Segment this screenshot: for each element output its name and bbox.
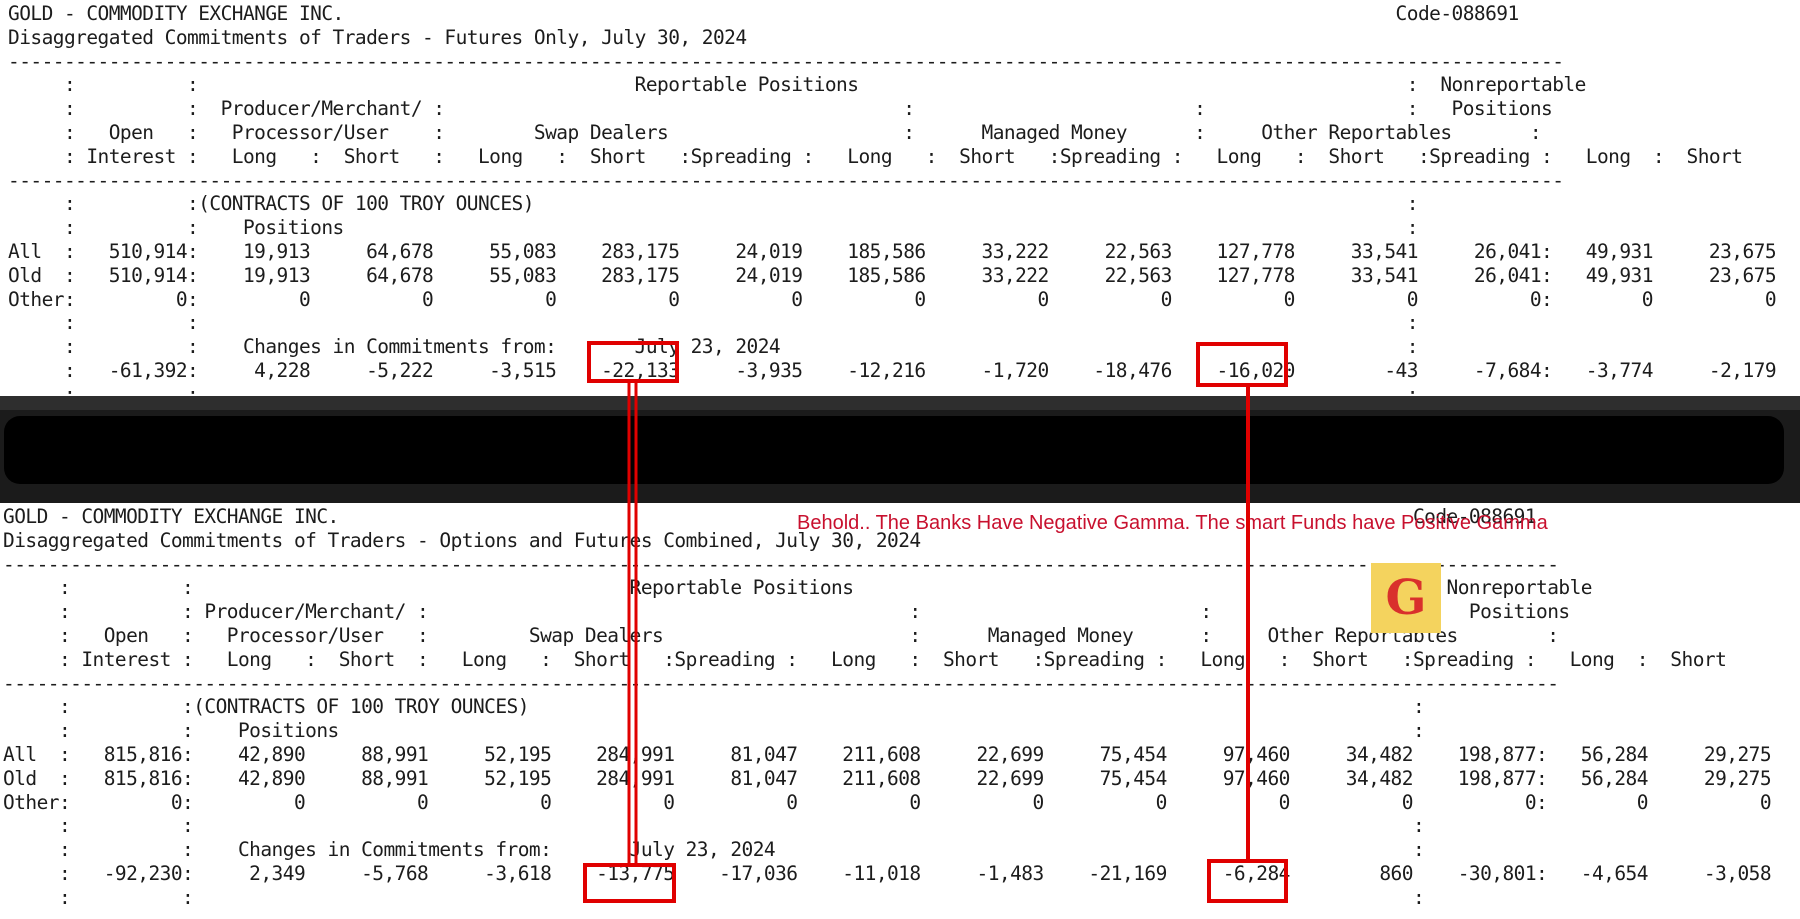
futures-only-line: ----------------------------------------… xyxy=(8,168,1564,192)
futures-only-line: ----------------------------------------… xyxy=(8,49,1564,73)
window-divider-edge xyxy=(0,396,1800,410)
options-futures-combined-report-panel: GOLD - COMMODITY EXCHANGE INC. Code-0886… xyxy=(0,503,1800,919)
combined-line: ----------------------------------------… xyxy=(3,671,1559,695)
combined-line: : : : xyxy=(3,885,1425,909)
futures-only-line: : : : xyxy=(8,382,1419,396)
combined-line: : Interest : Long : Short : Long : Short… xyxy=(3,647,1727,671)
futures-only-line: : : Producer/Merchant/ : : : : Positions xyxy=(8,97,1553,121)
futures-only-line: Other: 0: 0 0 0 0 0 0 0 0 0 0 0: 0 0 xyxy=(8,287,1777,311)
combined-line: : : : xyxy=(3,814,1425,838)
futures-only-line: : : Positions : xyxy=(8,216,1419,240)
futures-only-line: : : : xyxy=(8,311,1419,335)
combined-line: : -92,230: 2,349 -5,768 -3,618 -13,775 -… xyxy=(3,861,1772,885)
futures-only-report-panel: GOLD - COMMODITY EXCHANGE INC. Code-0886… xyxy=(0,0,1800,396)
futures-only-report-text: GOLD - COMMODITY EXCHANGE INC. Code-0886… xyxy=(8,2,1777,396)
futures-only-line: All : 510,914: 19,913 64,678 55,083 283,… xyxy=(8,239,1777,263)
futures-only-line: : : Changes in Commitments from: July 23… xyxy=(8,335,1419,359)
combined-line: : : Positions : xyxy=(3,719,1425,743)
combined-report-text: GOLD - COMMODITY EXCHANGE INC. Code-0886… xyxy=(3,505,1772,910)
combined-line: Other: 0: 0 0 0 0 0 0 0 0 0 0 0: 0 0 xyxy=(3,790,1772,814)
futures-only-line: Old : 510,914: 19,913 64,678 55,083 283,… xyxy=(8,263,1777,287)
futures-only-line: : : Reportable Positions : Nonreportable xyxy=(8,73,1586,97)
futures-only-line: : :(CONTRACTS OF 100 TROY OUNCES) : xyxy=(8,192,1419,216)
annotation-caption: Behold.. The Banks Have Negative Gamma. … xyxy=(797,512,1548,534)
combined-line: All : 815,816: 42,890 88,991 52,195 284,… xyxy=(3,742,1772,766)
futures-only-line: Disaggregated Commitments of Traders - F… xyxy=(8,25,747,49)
combined-line: ----------------------------------------… xyxy=(3,552,1559,576)
futures-only-line: GOLD - COMMODITY EXCHANGE INC. Code-0886… xyxy=(8,2,1519,25)
futures-only-line: : -61,392: 4,228 -5,222 -3,515 -22,133 -… xyxy=(8,358,1777,382)
window-divider-bar xyxy=(4,416,1784,484)
combined-line: : :(CONTRACTS OF 100 TROY OUNCES) : xyxy=(3,695,1425,719)
g-logo-letter: G xyxy=(1385,570,1427,626)
combined-line: : Open : Processor/User : Swap Dealers :… xyxy=(3,623,1559,647)
g-logo: G xyxy=(1371,563,1441,633)
futures-only-line: : Open : Processor/User : Swap Dealers :… xyxy=(8,120,1542,144)
combined-line: Old : 815,816: 42,890 88,991 52,195 284,… xyxy=(3,766,1772,790)
combined-line: : : Changes in Commitments from: July 23… xyxy=(3,838,1425,862)
combined-line: : : Reportable Positions : Nonreportable xyxy=(3,576,1593,600)
combined-line: : : Producer/Merchant/ : : : : Positions xyxy=(3,600,1570,624)
futures-only-line: : Interest : Long : Short : Long : Short… xyxy=(8,144,1743,168)
